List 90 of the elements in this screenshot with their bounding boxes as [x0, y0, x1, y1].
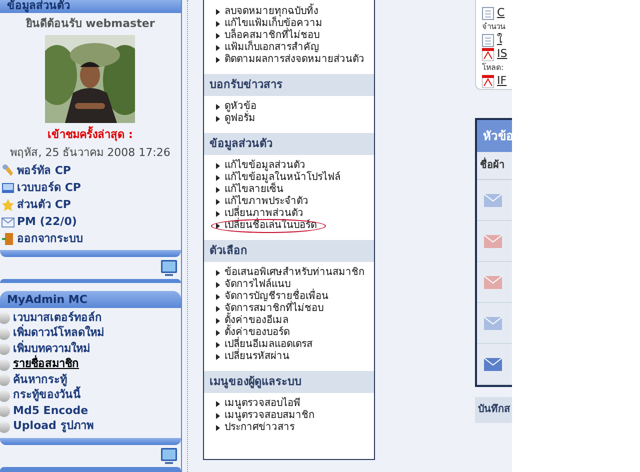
- bullet-icon: [216, 401, 220, 407]
- panel-link[interactable]: พอร์ทัล CP: [0, 162, 181, 180]
- bullet-icon: [216, 330, 220, 336]
- panel-link[interactable]: ส่วนตัว CP: [0, 196, 181, 214]
- menu-link[interactable]: ตั้งค่าของบอร์ด: [216, 327, 290, 339]
- pdf-file-icon: [482, 74, 494, 88]
- bullet-icon: [216, 354, 220, 360]
- admin-link[interactable]: เพิ่มบทความใหม่: [0, 341, 181, 357]
- file-link[interactable]: IF: [482, 74, 512, 88]
- panel-link[interactable]: เวบบอร์ด CP: [0, 180, 181, 197]
- bullet-icon: [216, 413, 220, 419]
- panel-link[interactable]: ออกจากระบบ: [0, 230, 181, 248]
- bullet-icon: [216, 318, 220, 324]
- bullet-icon: [216, 270, 220, 276]
- bullet-icon: [0, 374, 10, 386]
- menu-link[interactable]: แก้ไขข้อมูลในหน้าโปรไฟล์: [216, 172, 341, 184]
- bullet-icon: [0, 405, 10, 418]
- menu-link[interactable]: เมนูตรวจสอบไอพี: [216, 398, 301, 410]
- bullet-icon: [216, 9, 220, 15]
- menu-link[interactable]: ดูฟอรั่ม: [216, 113, 256, 125]
- admin-link[interactable]: เพิ่มดาวน์โหลดใหม่: [0, 326, 181, 342]
- section-header: บอกรับข่าวสาร: [204, 74, 374, 96]
- bullet-icon: [216, 163, 220, 169]
- panel-header: MyAdmin MC: [0, 291, 181, 308]
- panel-header: ข้อมูลส่วนตัว: [0, 0, 181, 13]
- bullet-icon: [216, 199, 220, 205]
- pdf-file-icon: [482, 48, 494, 60]
- file-label: โหลด:: [482, 62, 505, 74]
- monitor-icon: [160, 258, 178, 277]
- bullet-icon: [216, 104, 220, 110]
- admin-link[interactable]: กระทู้ของวันนี้: [0, 388, 181, 404]
- bullet-icon: [216, 57, 220, 63]
- panel-link[interactable]: PM (22/0): [0, 214, 181, 231]
- file-link[interactable]: IS: [482, 47, 512, 61]
- bullet-icon: [216, 187, 220, 193]
- file-label: จำนวน: [482, 21, 506, 33]
- wrench-icon: [1, 164, 15, 178]
- menu-link[interactable]: แก้ไขข้อมูลส่วนตัว: [216, 160, 306, 172]
- column-header: ชื่อผ้า: [476, 152, 512, 180]
- bullet-icon: [0, 420, 10, 433]
- menu-link[interactable]: จัดการบัญชีรายชื่อเพื่อน: [216, 291, 329, 303]
- admin-link[interactable]: รายชื่อสมาชิก: [0, 356, 181, 372]
- admin-link[interactable]: Md5 Encode: [0, 403, 181, 419]
- admin-link[interactable]: Upload รูปภาพ: [0, 418, 181, 434]
- monitor-icon: [160, 447, 178, 466]
- bullet-icon: [216, 21, 220, 27]
- menu-link[interactable]: เปลี่ยนชื่อเล่นในบอร์ด: [212, 220, 325, 232]
- menu-link[interactable]: ประกาศข่าวสาร: [216, 422, 295, 434]
- file-link[interactable]: C: [482, 6, 512, 20]
- section-header: เมนูของผู้ดูแลระบบ: [204, 371, 374, 393]
- bullet-icon: [216, 211, 220, 217]
- bullet-icon: [0, 390, 10, 402]
- menu-link[interactable]: ลบจดหมายทุกฉบับทิ้ง: [216, 6, 374, 18]
- document-icon: [482, 6, 494, 20]
- menu-link[interactable]: ข้อเสนอพิเศษสำหรับท่านสมาชิก: [216, 267, 365, 279]
- bullet-icon: [0, 328, 10, 340]
- section-header: ตัวเลือก: [204, 240, 374, 262]
- menu-link[interactable]: แก้ไขลายเซ็น: [216, 184, 284, 196]
- bullet-icon: [0, 312, 10, 324]
- document-icon: [482, 34, 494, 46]
- bullet-icon: [216, 45, 220, 51]
- menu-link[interactable]: เปลี่ยนรหัสผ่าน: [216, 351, 290, 363]
- bullet-icon: [216, 223, 220, 229]
- bullet-icon: [216, 33, 220, 39]
- menu-link[interactable]: แฟ้มเก็บเอกสารสำคัญ: [216, 42, 374, 54]
- menu-link[interactable]: แก้ไขภาพประจำตัว: [216, 196, 309, 208]
- bullet-icon: [216, 175, 220, 181]
- bullet-icon: [216, 425, 220, 431]
- table-title: หัวข้อ: [476, 120, 512, 152]
- bullet-icon: [0, 358, 10, 371]
- bullet-icon: [216, 282, 220, 288]
- menu-link[interactable]: ดูหัวข้อ: [216, 101, 257, 113]
- menu-link[interactable]: จัดการไฟล์แนบ: [216, 279, 291, 291]
- star-icon: [1, 198, 15, 212]
- bullet-icon: [216, 306, 220, 312]
- bullet-icon: [216, 342, 220, 348]
- menu-link[interactable]: เปลี่ยนอีเมลแอดเดรส: [216, 339, 313, 351]
- last-visit-label: เข้าชมครั้งล่าสุด :: [46, 128, 134, 142]
- menu-link[interactable]: ติดตามผลการส่งจดหมายส่วนตัว: [216, 54, 374, 66]
- monitor-icon: [1, 181, 15, 196]
- door-icon: [1, 232, 15, 246]
- menu-link[interactable]: เมนูตรวจสอบสมาชิก: [216, 410, 315, 422]
- section-header: ข้อมูลส่วนตัว: [204, 133, 374, 155]
- bullet-icon: [216, 294, 220, 300]
- welcome-text: ยินดีต้อนรับ webmaster: [24, 16, 156, 32]
- bullet-icon: [216, 116, 220, 122]
- bullet-icon: [0, 343, 10, 356]
- last-visit-date: พฤหัส, 25 ธันวาคม 2008 17:26: [9, 146, 172, 160]
- file-link[interactable]: ใ: [482, 33, 512, 47]
- section-header: บันทึกส: [474, 397, 512, 423]
